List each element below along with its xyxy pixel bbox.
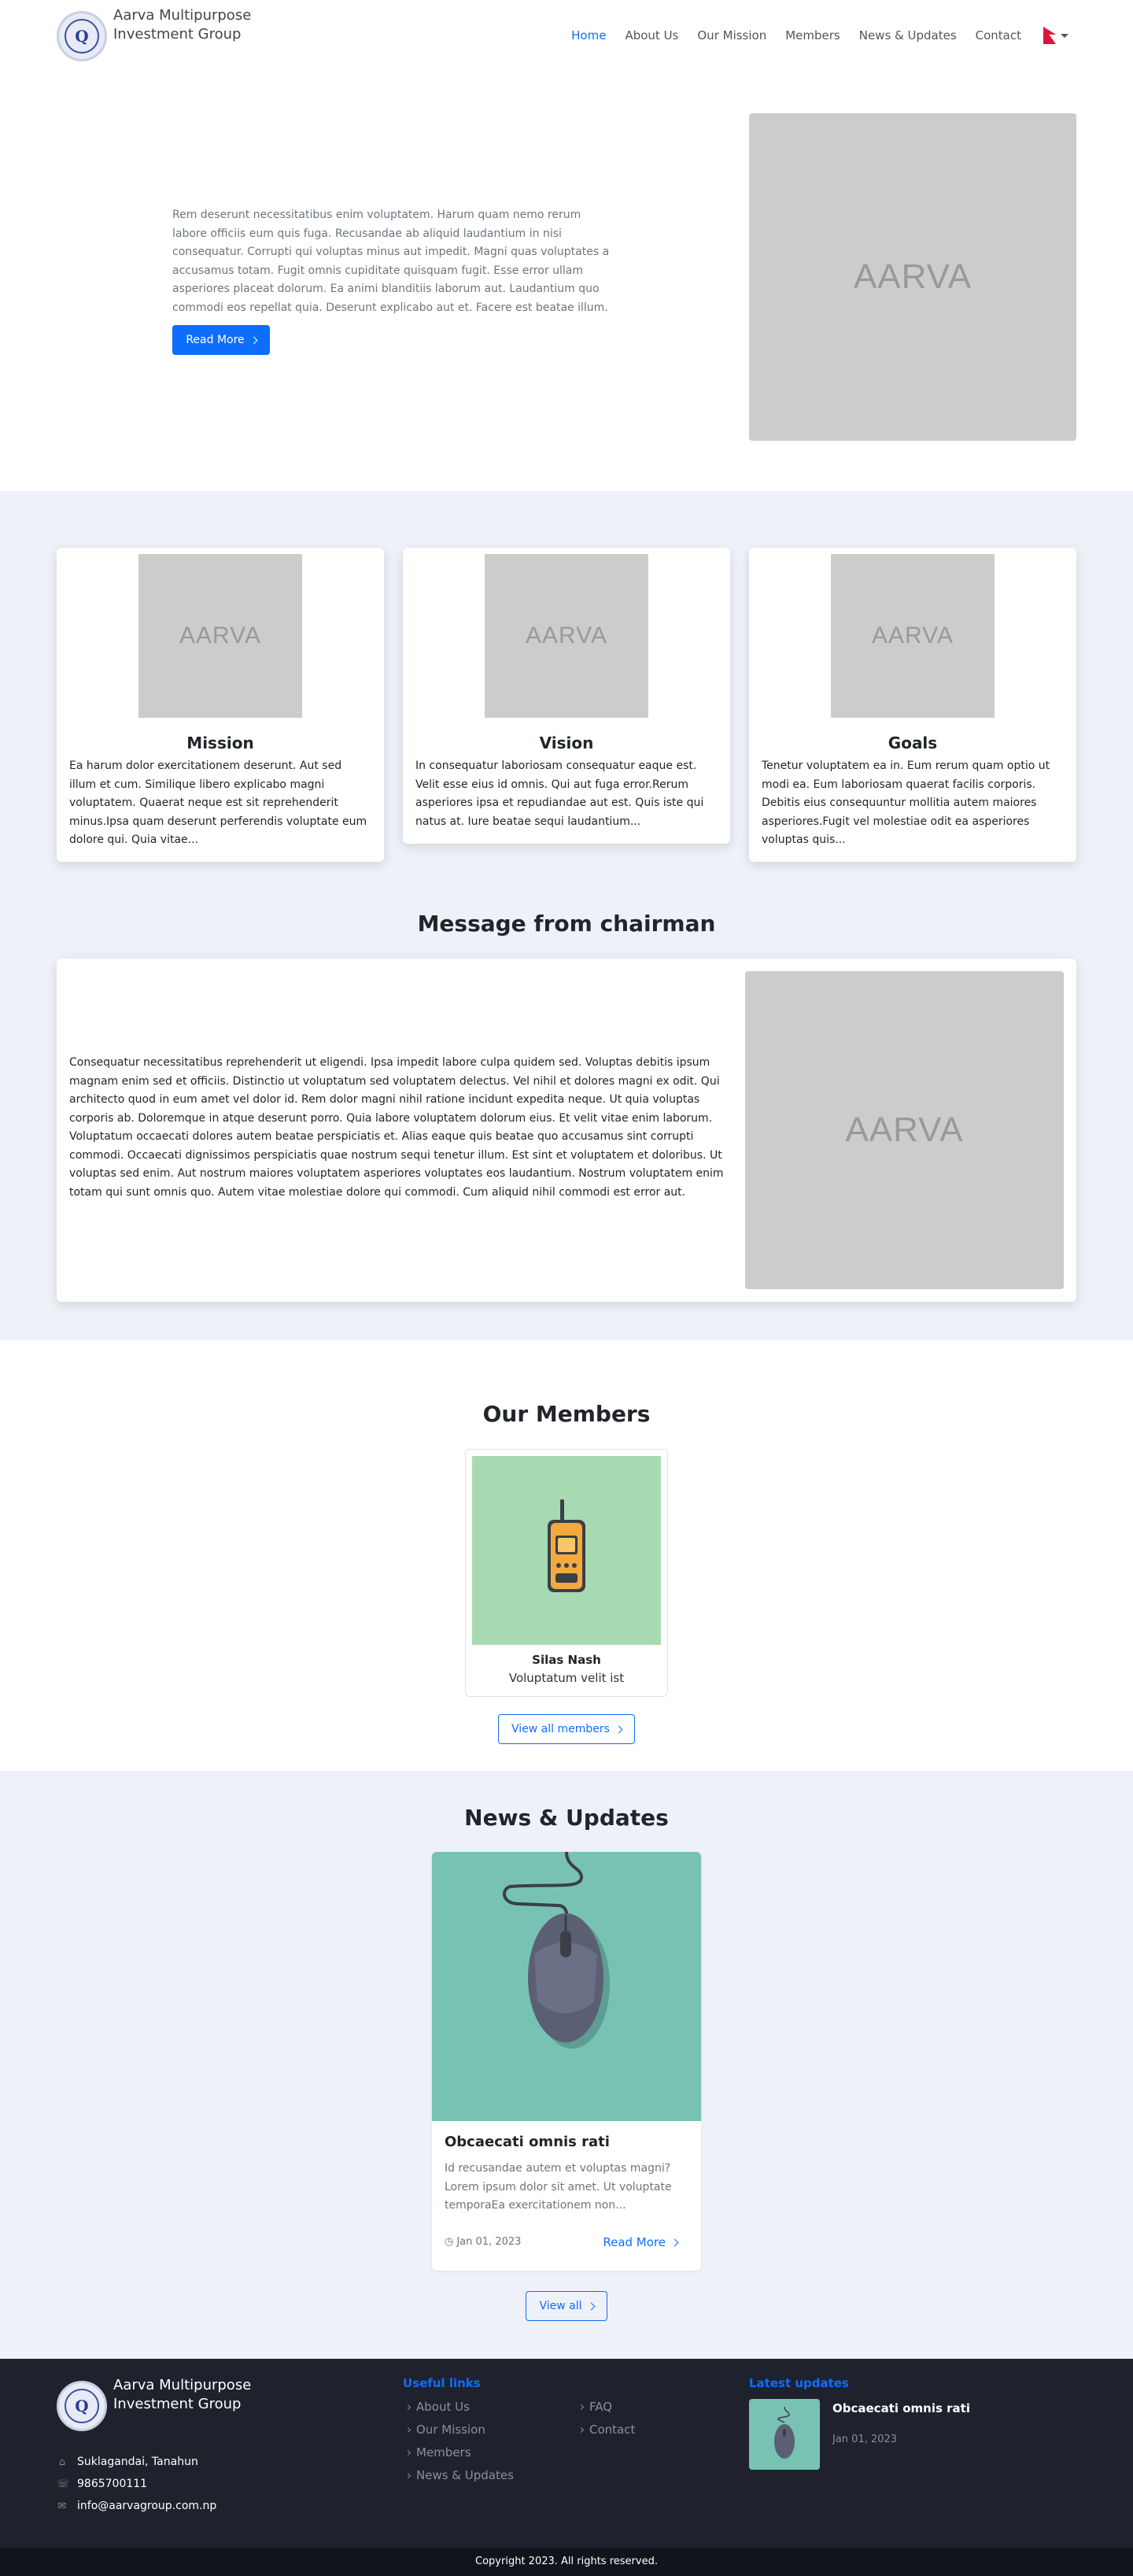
read-more-label: Read More (186, 334, 245, 346)
logo-mark: Q (65, 19, 99, 54)
main-nav: Home About Us Our Mission Members News &… (552, 27, 1068, 44)
member-card[interactable]: Silas Nash Voluptatum velit ist (465, 1449, 668, 1697)
latest-update-title[interactable]: Obcaecati omnis rati (832, 2401, 970, 2415)
news-excerpt: Id recusandae autem et voluptas magni? L… (445, 2162, 672, 2212)
footer-link-label: FAQ (589, 2400, 613, 2414)
news-item-title[interactable]: Obcaecati omnis rati (445, 2134, 610, 2150)
latest-updates-title: Latest updates (749, 2376, 849, 2390)
news-read-more-label: Read More (603, 2235, 666, 2249)
footer-address: ⌂ Suklagandai, Tanahun (57, 2456, 198, 2468)
envelope-icon: ✉ (57, 2500, 67, 2512)
vision-card: AARVA Vision In consequatur laboriosam c… (403, 548, 730, 844)
view-all-news-button[interactable]: View all (526, 2291, 607, 2321)
nepal-flag-icon (1043, 27, 1056, 44)
nav-about[interactable]: About Us (625, 28, 678, 43)
chevron-right-icon (404, 2404, 411, 2410)
footer-logo[interactable]: Q (57, 2381, 107, 2431)
footer-link-label: Contact (589, 2423, 636, 2437)
site-footer: Q Aarva Multipurpose Investment Group (0, 2359, 1133, 2548)
footer-link-about[interactable]: About Us (404, 2400, 470, 2414)
goals-card: AARVA Goals Tenetur voluptatem ea in. Eu… (749, 548, 1076, 862)
nav-members[interactable]: Members (785, 28, 840, 43)
view-all-members-label: View all members (511, 1723, 610, 1735)
vision-image: AARVA (485, 554, 648, 718)
chairman-title: Message from chairman (417, 911, 716, 937)
nav-mission[interactable]: Our Mission (697, 28, 766, 43)
footer-link-label: Members (416, 2445, 471, 2460)
members-title: Our Members (482, 1401, 651, 1427)
chairman-message: Consequatur necessitatibus reprehenderit… (69, 1056, 724, 1199)
view-all-news-label: View all (539, 2300, 582, 2312)
chevron-right-icon (578, 2426, 585, 2433)
member-name: Silas Nash (532, 1653, 601, 1667)
phone-icon: ☏ (57, 2478, 70, 2490)
footer-link-faq[interactable]: FAQ (578, 2400, 613, 2414)
chevron-right-icon (587, 2302, 595, 2310)
news-read-more-link[interactable]: Read More (603, 2235, 679, 2249)
footer-link-label: About Us (416, 2400, 470, 2414)
hero-image: AARVA (749, 113, 1076, 441)
chevron-right-icon (404, 2449, 411, 2456)
page: Q Aarva Multipurpose Investment Group Ho… (0, 0, 1133, 2576)
vision-text: In consequatur laboriosam consequatur ea… (415, 759, 704, 828)
hero-text: Rem deserunt necessitatibus enim volupta… (172, 209, 610, 314)
mission-image: AARVA (138, 554, 302, 718)
walkie-talkie-icon (548, 1499, 585, 1592)
member-photo (472, 1456, 661, 1645)
goals-title: Goals (888, 734, 938, 752)
news-date-text: Jan 01, 2023 (456, 2236, 522, 2248)
nav-home[interactable]: Home (571, 28, 606, 43)
caret-down-icon (1061, 33, 1068, 38)
language-dropdown[interactable] (1043, 27, 1068, 44)
hero-read-more-button[interactable]: Read More (172, 325, 270, 355)
brand-name[interactable]: Aarva Multipurpose Investment Group (113, 6, 271, 44)
footer-link-label: News & Updates (416, 2468, 514, 2482)
clock-icon: ◷ (445, 2236, 454, 2248)
chairman-image: AARVA (745, 971, 1064, 1289)
goals-image: AARVA (831, 554, 995, 718)
footer-link-mission[interactable]: Our Mission (404, 2423, 485, 2437)
footer-brand-name: Aarva Multipurpose Investment Group (113, 2377, 252, 2412)
member-role: Voluptatum velit ist (508, 1671, 625, 1685)
home-icon: ⌂ (58, 2456, 66, 2468)
vision-title: Vision (539, 734, 594, 752)
address-text: Suklagandai, Tanahun (77, 2456, 198, 2468)
latest-update-thumbnail[interactable] (749, 2399, 820, 2470)
mission-card: AARVA Mission Ea harum dolor exercitatio… (57, 548, 384, 862)
news-image (432, 1852, 701, 2121)
goals-text: Tenetur voluptatem ea in. Eum rerum quam… (762, 759, 1050, 846)
footer-link-members[interactable]: Members (404, 2445, 471, 2460)
footer-link-label: Our Mission (416, 2423, 485, 2437)
footer-link-contact[interactable]: Contact (578, 2423, 636, 2437)
chevron-right-icon (614, 1725, 623, 1733)
mission-title: Mission (186, 734, 254, 752)
news-date: ◷ Jan 01, 2023 (445, 2236, 521, 2248)
nav-news[interactable]: News & Updates (859, 28, 957, 43)
footer-email[interactable]: ✉ info@aarvagroup.com.np (57, 2500, 217, 2512)
news-title: News & Updates (464, 1805, 669, 1831)
chevron-right-icon (404, 2426, 411, 2433)
site-header: Q Aarva Multipurpose Investment Group Ho… (0, 0, 1133, 72)
chairman-card: Consequatur necessitatibus reprehenderit… (57, 959, 1076, 1302)
latest-update-date: Jan 01, 2023 (832, 2434, 898, 2445)
chevron-right-icon (670, 2238, 679, 2246)
news-card[interactable]: Obcaecati omnis rati Id recusandae autem… (432, 1852, 701, 2271)
logo-mark: Q (65, 2389, 99, 2423)
view-all-members-button[interactable]: View all members (498, 1714, 635, 1744)
copyright: Copyright 2023. All rights reserved. (0, 2548, 1133, 2576)
mouse-icon (503, 1852, 610, 2049)
chevron-right-icon (404, 2472, 411, 2478)
email-text: info@aarvagroup.com.np (77, 2500, 217, 2512)
footer-phone[interactable]: ☏ 9865700111 (57, 2478, 147, 2490)
useful-links-title: Useful links (403, 2376, 481, 2390)
phone-text: 9865700111 (77, 2478, 148, 2490)
chevron-right-icon (578, 2404, 585, 2410)
nav-contact[interactable]: Contact (976, 28, 1021, 43)
chevron-right-icon (249, 336, 258, 344)
logo[interactable]: Q (57, 11, 107, 61)
footer-link-news[interactable]: News & Updates (404, 2468, 514, 2482)
mission-text: Ea harum dolor exercitationem deserunt. … (69, 759, 367, 846)
mouse-icon (774, 2407, 795, 2459)
